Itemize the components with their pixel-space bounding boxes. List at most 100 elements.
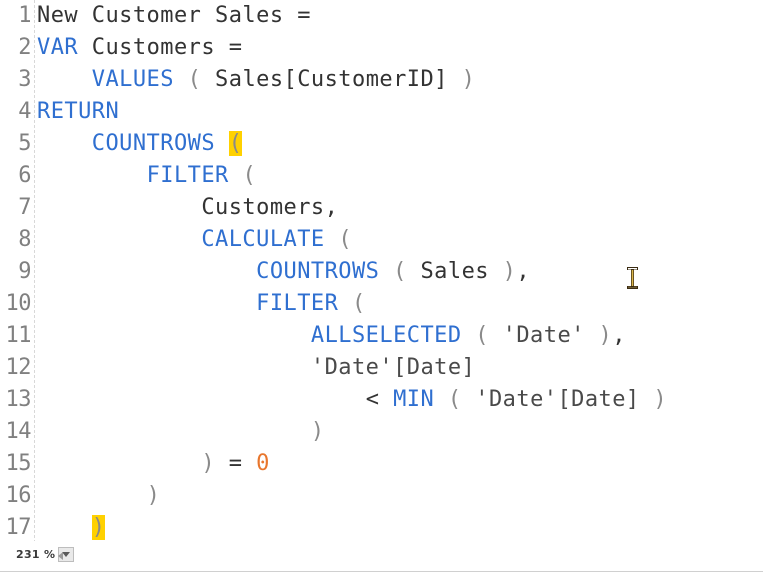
triangle-left-icon[interactable]: [58, 552, 63, 560]
code-token: New Customer Sales =: [37, 3, 311, 28]
zoom-control[interactable]: 231 %: [16, 547, 75, 562]
code-line[interactable]: 12 'Date'[Date]: [0, 352, 763, 384]
code-token: FILTER: [146, 163, 229, 188]
code-line[interactable]: 7 Customers,: [0, 192, 763, 224]
code-token: (: [352, 291, 366, 316]
code-line[interactable]: 8 CALCULATE (: [0, 224, 763, 256]
code-line-text[interactable]: RETURN: [37, 96, 119, 128]
code-line[interactable]: 3 VALUES ( Sales[CustomerID] ): [0, 64, 763, 96]
line-number: 3: [18, 67, 31, 92]
code-line[interactable]: 13 < MIN ( 'Date'[Date] ): [0, 384, 763, 416]
code-line[interactable]: 1 New Customer Sales =: [0, 0, 763, 32]
code-line-text[interactable]: 'Date'[Date]: [37, 352, 475, 384]
code-token: 'Date': [488, 323, 599, 348]
code-token: VAR: [37, 35, 79, 60]
code-token: RETURN: [37, 99, 120, 124]
line-number: 1: [18, 3, 31, 28]
code-line-text[interactable]: New Customer Sales =: [37, 0, 311, 32]
line-number: 14: [5, 419, 32, 444]
code-token: Customers,: [37, 195, 339, 220]
code-line-text[interactable]: FILTER (: [37, 160, 256, 192]
code-token: COUNTROWS: [91, 131, 216, 156]
line-number: 15: [5, 451, 32, 476]
code-line[interactable]: 16 ): [0, 480, 763, 512]
line-number: 13: [5, 387, 32, 412]
code-token: =: [215, 451, 257, 476]
code-line[interactable]: 5 COUNTROWS (: [0, 128, 763, 160]
code-token: (: [338, 227, 353, 252]
line-number: 2: [18, 35, 31, 60]
code-token: Sales: [406, 259, 503, 284]
code-token: ): [310, 419, 325, 444]
code-line-text[interactable]: COUNTROWS ( Sales ),: [37, 256, 530, 288]
code-line-text[interactable]: Customers,: [37, 192, 338, 224]
code-line-text[interactable]: ): [37, 480, 160, 512]
code-token: <: [365, 387, 380, 412]
code-line-text[interactable]: ALLSELECTED ( 'Date' ),: [37, 320, 626, 352]
code-line-text[interactable]: VAR Customers =: [37, 32, 242, 64]
code-token: CALCULATE: [201, 227, 325, 252]
code-token: ): [146, 483, 161, 508]
code-token: Sales[CustomerID]: [201, 67, 462, 92]
code-token: 'Date'[Date]: [310, 355, 476, 380]
code-line[interactable]: 11 ALLSELECTED ( 'Date' ),: [0, 320, 763, 352]
code-token: (: [393, 259, 407, 284]
line-number: 16: [5, 483, 32, 508]
code-token: (: [228, 131, 243, 156]
code-token: Customers =: [78, 35, 243, 60]
code-line-text[interactable]: VALUES ( Sales[CustomerID] ): [37, 64, 475, 96]
code-line-list[interactable]: 1 New Customer Sales = 2 VAR Customers = 3 V…: [0, 0, 763, 541]
code-token: ): [502, 259, 517, 284]
line-number: 8: [18, 227, 31, 252]
code-line-text[interactable]: ): [37, 416, 325, 448]
code-token: (: [242, 163, 257, 188]
code-line-text[interactable]: ) = 0: [37, 448, 270, 480]
zoom-level-label: 231 %: [16, 548, 56, 561]
code-line[interactable]: 2 VAR Customers =: [0, 32, 763, 64]
code-token: ): [598, 323, 613, 348]
code-token: (: [187, 67, 202, 92]
code-token: (: [447, 387, 462, 412]
code-line-text[interactable]: ): [37, 512, 106, 541]
code-line-text[interactable]: FILTER (: [37, 288, 366, 320]
code-token: ,: [516, 259, 531, 284]
code-line[interactable]: 10 FILTER (: [0, 288, 763, 320]
code-token: 0: [256, 451, 270, 476]
line-number: 5: [18, 131, 31, 156]
code-token: COUNTROWS: [256, 259, 380, 284]
dax-formula-editor[interactable]: 1 New Customer Sales = 2 VAR Customers = 3 V…: [0, 0, 763, 541]
code-line-text[interactable]: COUNTROWS (: [37, 128, 243, 160]
line-number: 7: [18, 195, 31, 220]
line-number: 6: [18, 163, 31, 188]
code-line[interactable]: 17 ): [0, 512, 763, 541]
code-line[interactable]: 15 ) = 0: [0, 448, 763, 480]
code-line[interactable]: 4 RETURN: [0, 96, 763, 128]
code-line-text[interactable]: CALCULATE (: [37, 224, 352, 256]
code-token: MIN: [393, 387, 435, 412]
code-line-text[interactable]: < MIN ( 'Date'[Date] ): [37, 384, 667, 416]
code-token: ALLSELECTED: [310, 323, 462, 348]
code-line[interactable]: 14 ): [0, 416, 763, 448]
code-token: ): [461, 67, 476, 92]
code-line[interactable]: 6 FILTER (: [0, 160, 763, 192]
code-line[interactable]: 9 COUNTROWS ( Sales ),: [0, 256, 763, 288]
line-number: 4: [18, 99, 31, 124]
line-number: 17: [5, 515, 32, 540]
